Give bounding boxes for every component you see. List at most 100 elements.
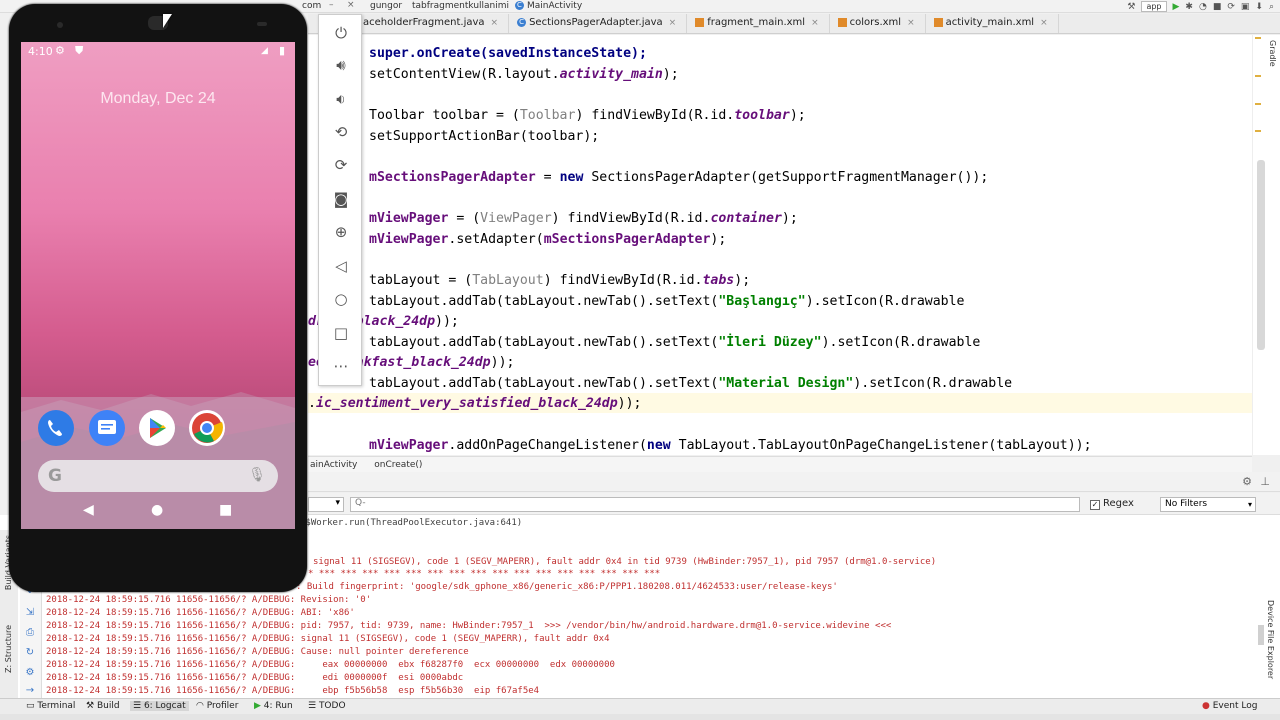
regex-checkbox[interactable]: ✓ Regex bbox=[1090, 498, 1134, 510]
messages-icon[interactable] bbox=[89, 410, 125, 446]
editor-scrollbar[interactable] bbox=[1252, 35, 1280, 455]
breadcrumb-item[interactable]: gungor bbox=[370, 1, 402, 11]
build-tab[interactable]: ⚒ Build bbox=[86, 701, 120, 711]
rotate-right-icon[interactable]: ⟳ bbox=[319, 155, 363, 175]
gear-icon[interactable]: ⚙ bbox=[1242, 475, 1252, 488]
class-icon: C bbox=[515, 1, 524, 10]
avd-manager-icon[interactable]: ▣ bbox=[1241, 2, 1250, 12]
sdk-manager-icon[interactable]: ⬇ bbox=[1255, 2, 1263, 12]
code-line: setSupportActionBar(toolbar); bbox=[369, 129, 600, 144]
logcat-tab[interactable]: ☰ 6: Logcat bbox=[130, 701, 189, 711]
emulator-window-buttons: – × bbox=[325, 0, 365, 13]
restart-icon[interactable]: ↻ bbox=[24, 647, 36, 659]
close-icon[interactable]: × bbox=[1040, 18, 1048, 28]
profile-icon[interactable]: ◔ bbox=[1199, 2, 1207, 12]
code-line: setContentView(R.layout.activity_main); bbox=[369, 67, 679, 82]
breadcrumb-class[interactable]: ainActivity bbox=[310, 460, 357, 470]
logcat-search-input[interactable]: Q- bbox=[350, 497, 1080, 512]
volume-down-icon[interactable]: 🔉︎ bbox=[319, 89, 363, 109]
scroll-thumb[interactable] bbox=[1258, 625, 1264, 645]
emulator-controls: ⏻ 🔊︎ 🔉︎ ⟲ ⟳ ◙ ⊕ ◁ ○ □ ⋯ bbox=[318, 14, 362, 386]
tab-label: colors.xml bbox=[849, 17, 902, 28]
code-editor[interactable]: super.onCreate(savedInstanceState); setC… bbox=[308, 35, 1252, 455]
tab-label: SectionsPagerAdapter.java bbox=[529, 17, 663, 28]
close-icon[interactable]: × bbox=[347, 0, 355, 10]
sync-icon[interactable]: ⟳ bbox=[1227, 2, 1235, 12]
overview-icon[interactable]: ■ bbox=[219, 502, 232, 518]
terminal-tab[interactable]: ▭ Terminal bbox=[26, 701, 75, 711]
run-config-select[interactable]: app bbox=[1141, 1, 1167, 12]
profiler-icon: ◠ bbox=[196, 701, 207, 711]
profiler-tab[interactable]: ◠ Profiler bbox=[196, 701, 238, 711]
log-level-select[interactable]: ▾ bbox=[308, 497, 344, 512]
editor-breadcrumb: ainActivity onCreate() bbox=[308, 456, 1252, 472]
lockscreen-date[interactable]: Monday, Dec 24 bbox=[21, 90, 295, 108]
code-line: Toolbar toolbar = (Toolbar) findViewById… bbox=[369, 108, 806, 123]
minimize-icon[interactable]: – bbox=[329, 0, 334, 10]
tab-sections-pager-adapter[interactable]: C SectionsPagerAdapter.java × bbox=[509, 14, 688, 33]
phone-icon[interactable] bbox=[38, 410, 74, 446]
code-line: .ic_sentiment_very_satisfied_black_24dp)… bbox=[308, 396, 642, 411]
log-line: : Build fingerprint: 'google/sdk_gphone_… bbox=[296, 582, 838, 592]
event-log-tab[interactable]: ● Event Log bbox=[1202, 701, 1257, 711]
back-icon[interactable]: ◁ bbox=[319, 256, 363, 276]
todo-icon: ☰ bbox=[308, 701, 319, 711]
breadcrumb-method[interactable]: onCreate() bbox=[374, 460, 422, 470]
log-line: 2018-12-24 18:59:15.716 11656-11656/? A/… bbox=[46, 647, 469, 657]
google-search-bar[interactable]: G 🎙︎ bbox=[38, 460, 278, 492]
close-icon[interactable]: × bbox=[907, 18, 915, 28]
power-icon[interactable]: ⏻ bbox=[319, 23, 363, 43]
search-icon: Q- bbox=[355, 498, 366, 508]
gradle-tab[interactable]: Gradle bbox=[1268, 40, 1277, 67]
warning-marker[interactable] bbox=[1255, 75, 1261, 77]
phone-screen[interactable]: 4:10 ⚙ ⛊ ◢ ▮ Monday, Dec 24 G 🎙︎ ◀ ● ■ bbox=[21, 42, 295, 529]
camera-icon[interactable]: ◙ bbox=[319, 189, 363, 209]
log-line: 2018-12-24 18:59:15.716 11656-11656/? A/… bbox=[46, 621, 892, 631]
zoom-icon[interactable]: ⊕ bbox=[319, 222, 363, 242]
todo-tab[interactable]: ☰ TODO bbox=[308, 701, 346, 711]
chrome-icon[interactable] bbox=[189, 410, 225, 446]
tab-colors[interactable]: colors.xml × bbox=[830, 14, 926, 33]
print-icon[interactable]: ⎙ bbox=[24, 627, 36, 639]
hide-panel-icon[interactable]: ⊥ bbox=[1260, 475, 1270, 488]
play-store-icon[interactable] bbox=[139, 410, 175, 446]
more-icon[interactable]: ⋯ bbox=[319, 356, 363, 376]
mic-icon[interactable]: 🎙︎ bbox=[248, 467, 266, 483]
code-line: mViewPager.addOnPageChangeListener(new T… bbox=[369, 438, 1092, 453]
logcat-filter-bar: ▾ Q- ✓ Regex No Filters ▾ bbox=[308, 493, 1280, 515]
log-line: 2018-12-24 18:59:15.716 11656-11656/? A/… bbox=[46, 595, 372, 605]
close-icon[interactable]: → bbox=[24, 685, 36, 697]
code-line: tabLayout.addTab(tabLayout.newTab().setT… bbox=[369, 335, 981, 350]
tab-fragment-main[interactable]: fragment_main.xml × bbox=[687, 14, 830, 33]
tab-activity-main[interactable]: activity_main.xml × bbox=[926, 14, 1059, 33]
gear-icon[interactable]: ⚙ bbox=[24, 667, 36, 679]
soft-wrap-icon[interactable]: ⇲ bbox=[24, 607, 36, 619]
breadcrumb-item[interactable]: com bbox=[302, 1, 321, 11]
warning-marker[interactable] bbox=[1255, 130, 1261, 132]
device-file-explorer-tab[interactable]: Device File Explorer bbox=[1266, 600, 1275, 679]
warning-marker[interactable] bbox=[1255, 103, 1261, 105]
close-icon[interactable]: × bbox=[491, 18, 499, 28]
scroll-thumb[interactable] bbox=[1257, 160, 1265, 350]
close-icon[interactable]: × bbox=[669, 18, 677, 28]
breadcrumb-item[interactable]: C MainActivity bbox=[515, 1, 582, 11]
rotate-left-icon[interactable]: ⟲ bbox=[319, 122, 363, 142]
structure-tab[interactable]: Z: Structure bbox=[4, 625, 13, 673]
breadcrumb-item[interactable]: tabfragmentkullanimi bbox=[412, 1, 509, 11]
back-icon[interactable]: ◀ bbox=[83, 502, 94, 518]
overview-icon[interactable]: □ bbox=[319, 323, 363, 343]
debug-icon[interactable]: ✱ bbox=[1185, 2, 1193, 12]
run-icon[interactable]: ▶ bbox=[1173, 2, 1180, 12]
filter-select[interactable]: No Filters ▾ bbox=[1160, 497, 1256, 512]
run-tab[interactable]: ▶ 4: Run bbox=[254, 701, 293, 711]
hammer-icon[interactable]: ⚒ bbox=[1127, 2, 1135, 12]
warning-marker[interactable] bbox=[1255, 37, 1261, 39]
volume-up-icon[interactable]: 🔊︎ bbox=[319, 55, 363, 75]
close-icon[interactable]: × bbox=[811, 18, 819, 28]
phone-nav-bar: ◀ ● ■ bbox=[21, 497, 295, 525]
tab-label: fragment_main.xml bbox=[707, 17, 806, 28]
search-everywhere-icon[interactable]: ⌕ bbox=[1269, 2, 1274, 12]
stop-icon[interactable]: ■ bbox=[1213, 2, 1222, 12]
home-icon[interactable]: ● bbox=[151, 502, 163, 518]
home-icon[interactable]: ○ bbox=[319, 289, 363, 309]
